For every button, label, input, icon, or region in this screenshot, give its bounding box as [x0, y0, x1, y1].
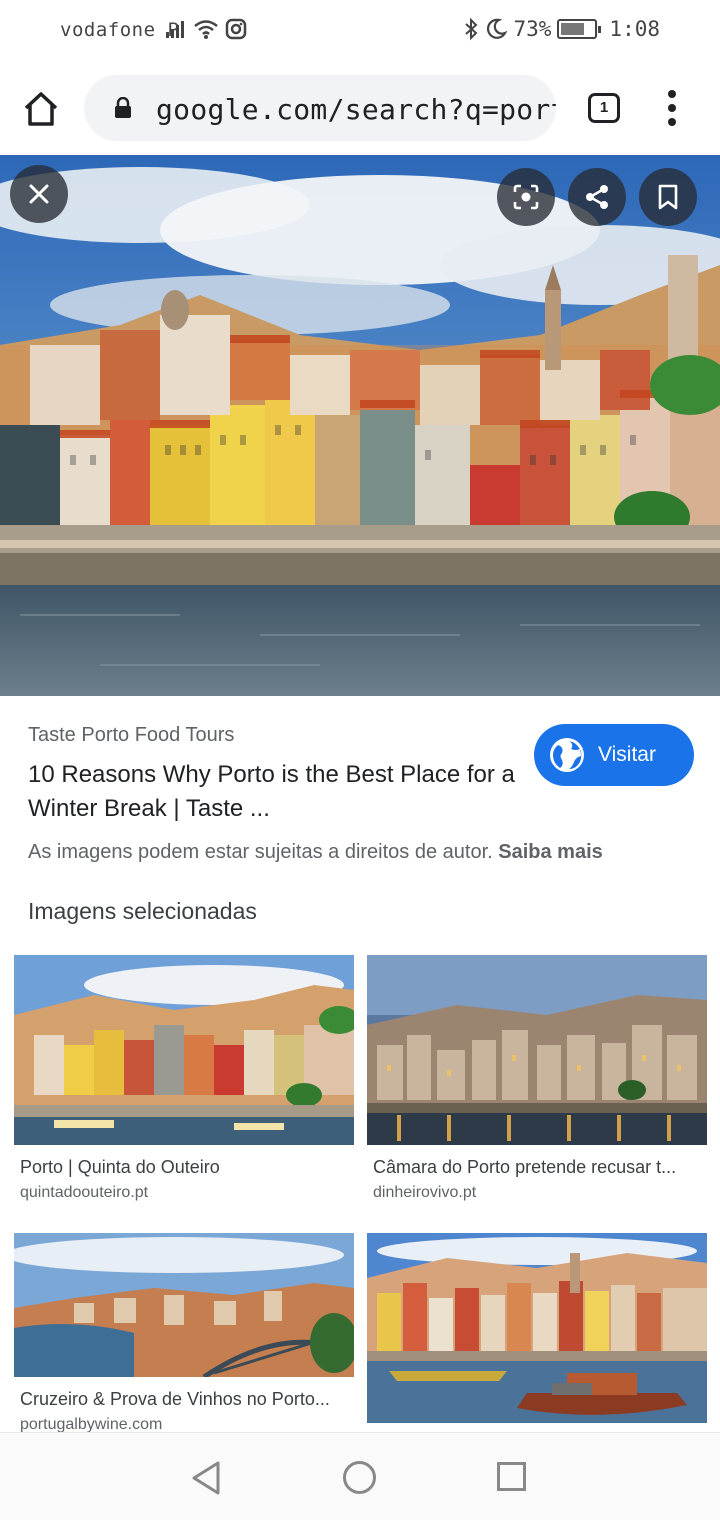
close-icon [29, 184, 49, 204]
battery-icon [557, 19, 602, 39]
related-image-domain: dinheirovivo.pt [373, 1184, 477, 1201]
related-image-caption[interactable]: Cruzeiro & Prova de Vinhos no Porto... [20, 1389, 346, 1410]
clock: 1:08 [609, 17, 660, 41]
share-button[interactable] [568, 168, 626, 226]
globe-icon [550, 738, 584, 772]
home-icon[interactable] [22, 90, 60, 128]
share-icon [586, 185, 608, 209]
home-nav-icon[interactable] [343, 1461, 376, 1494]
related-image-thumbnail[interactable] [367, 1233, 707, 1423]
address-bar[interactable]: google.com/search?q=porto [84, 75, 556, 141]
browser-toolbar: google.com/search?q=porto 1 [0, 62, 720, 154]
save-button[interactable] [639, 168, 697, 226]
bookmark-icon [658, 184, 678, 210]
lock-icon [115, 97, 131, 118]
preview-image[interactable] [0, 155, 720, 696]
back-icon[interactable] [190, 1460, 222, 1496]
wifi-icon [194, 20, 218, 39]
copyright-notice: As imagens podem estar sujeitas a direit… [28, 841, 603, 864]
status-bar: vodafone P 73% 1:08 [0, 0, 720, 62]
learn-more-link[interactable]: Saiba mais [498, 841, 603, 863]
related-image-card[interactable]: Cruzeiro & Prova de Vinhos no Porto... p… [14, 1233, 354, 1434]
related-image-card[interactable]: Câmara do Porto pretende recusar t... di… [367, 955, 707, 1202]
related-image-card[interactable] [367, 1233, 707, 1423]
tab-switcher-button[interactable]: 1 [588, 93, 620, 123]
result-source[interactable]: Taste Porto Food Tours [28, 724, 234, 747]
related-images-heading: Imagens selecionadas [28, 898, 257, 924]
system-navigation-bar [0, 1432, 720, 1520]
close-button[interactable] [10, 165, 68, 223]
lens-icon [513, 184, 539, 210]
result-title[interactable]: 10 Reasons Why Porto is the Best Place f… [28, 758, 518, 826]
status-icons-left [165, 18, 247, 40]
moon-icon [487, 18, 508, 39]
related-image-caption[interactable]: Porto | Quinta do Outeiro [20, 1157, 346, 1178]
status-icons-right: 73% 1:08 [463, 17, 660, 41]
bluetooth-icon [465, 17, 478, 41]
battery-percent: 73% [513, 17, 552, 41]
porto-riverside-photo [0, 155, 720, 696]
instagram-icon [225, 18, 247, 40]
url-text[interactable]: google.com/search?q=porto [156, 93, 556, 126]
carrier-name: vodafone P [60, 19, 180, 41]
recent-apps-icon[interactable] [497, 1462, 526, 1491]
related-image-domain: quintadoouteiro.pt [20, 1184, 149, 1201]
copyright-text: As imagens podem estar sujeitas a direit… [28, 841, 493, 863]
related-image-thumbnail[interactable] [14, 1233, 354, 1377]
related-image-card[interactable]: Porto | Quinta do Outeiro quintadoouteir… [14, 955, 354, 1202]
signal-icon [166, 21, 184, 38]
visit-button[interactable]: Visitar [534, 724, 694, 786]
related-image-thumbnail[interactable] [367, 955, 707, 1145]
visit-label: Visitar [598, 743, 656, 766]
related-image-thumbnail[interactable] [14, 955, 354, 1145]
overflow-menu-icon[interactable] [661, 90, 683, 126]
lens-button[interactable] [497, 168, 555, 226]
related-image-caption[interactable]: Câmara do Porto pretende recusar t... [373, 1157, 699, 1178]
